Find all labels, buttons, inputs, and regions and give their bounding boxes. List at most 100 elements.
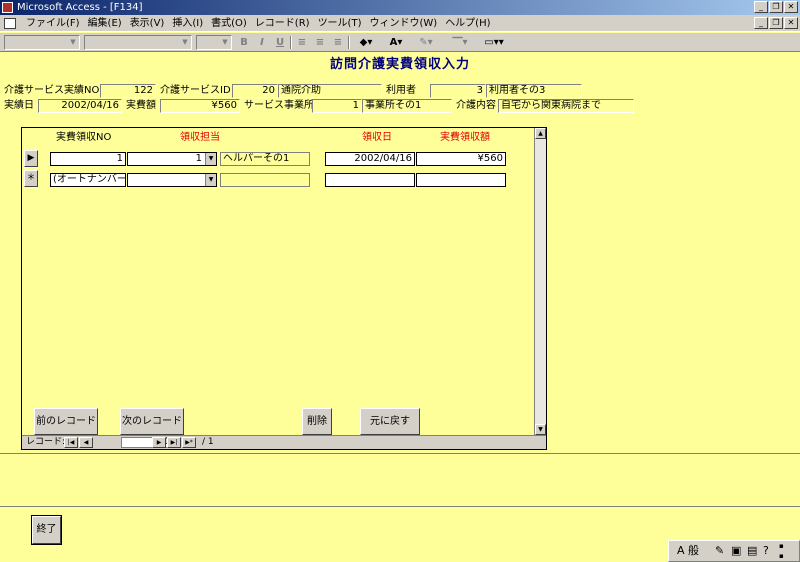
user-id-field[interactable]: 3	[430, 84, 486, 98]
col-receipt-amount: 実費領収額	[440, 132, 490, 143]
receipt-amount-cell[interactable]: ¥560	[416, 152, 506, 166]
receipt-no-cell[interactable]: 1	[50, 152, 126, 166]
record-navigation: レコード: |◀ ◀ 1 ▶ ▶| ▶* / 1	[22, 435, 546, 449]
font-size-combo[interactable]: ▼	[196, 35, 232, 50]
new-staff-name-cell	[220, 173, 310, 187]
menu-help[interactable]: ヘルプ(H)	[441, 15, 494, 32]
title-bar: Microsoft Access - [F134] _ ❐ ✕	[0, 0, 800, 15]
doc-restore-button[interactable]: ❐	[769, 17, 783, 29]
new-receipt-amount-cell[interactable]	[416, 173, 506, 187]
font-color-icon[interactable]: A▾	[384, 35, 408, 50]
align-right-icon[interactable]: ≡	[330, 35, 346, 50]
cost-field[interactable]: ¥560	[160, 99, 240, 113]
menu-file[interactable]: ファイル(F)	[22, 15, 84, 32]
font-combo[interactable]: ▼	[84, 35, 192, 50]
date-field[interactable]: 2002/04/16	[38, 99, 122, 113]
align-left-icon[interactable]: ≡	[294, 35, 310, 50]
menu-tools[interactable]: ツール(T)	[314, 15, 366, 32]
col-receipt-date: 領収日	[362, 132, 392, 143]
service-id-label: 介護サービスID	[160, 85, 231, 96]
content-label: 介護内容	[456, 100, 496, 111]
object-combo[interactable]: ▼	[4, 35, 80, 50]
caps-kana-icon: ▪ ▪	[779, 542, 784, 560]
chevron-down-icon: ▼	[70, 38, 76, 46]
align-center-icon[interactable]: ≡	[312, 35, 328, 50]
doc-close-button[interactable]: ✕	[784, 17, 798, 29]
menu-view[interactable]: 表示(V)	[126, 15, 169, 32]
chevron-down-icon[interactable]: ▼	[205, 174, 216, 186]
special-effect-icon[interactable]: ▭▾▾	[478, 35, 510, 50]
col-receipt-no: 実費領収NO	[56, 132, 112, 143]
chevron-down-icon[interactable]: ▼	[205, 153, 216, 165]
staff-combo[interactable]: 1 ▼	[127, 152, 217, 166]
service-no-field[interactable]: 122	[100, 84, 156, 98]
previous-record-icon[interactable]: ◀	[79, 437, 93, 448]
footer-divider	[0, 506, 800, 507]
menu-edit[interactable]: 編集(E)	[84, 15, 126, 32]
underline-button[interactable]: U	[272, 35, 288, 50]
toolbar-divider	[290, 36, 292, 49]
restore-button[interactable]: ❐	[769, 1, 783, 13]
first-record-icon[interactable]: |◀	[64, 437, 78, 448]
ime-tool-icon[interactable]: ✎	[715, 541, 724, 561]
record-nav-label: レコード:	[26, 437, 66, 447]
office-name-field[interactable]: 事業所その1	[362, 99, 452, 113]
toolbar-divider	[348, 36, 350, 49]
prev-record-button[interactable]: 前のレコード	[34, 408, 98, 435]
form-title: 訪問介護実費領収入力	[329, 57, 470, 72]
receipt-subform: 実費領収NO 領収担当 領収日 実費領収額 ▶ 1 1 ▼ ヘルパーその1 20…	[21, 127, 547, 450]
ime-mode[interactable]: A 般	[677, 541, 699, 561]
menu-records[interactable]: レコード(R)	[251, 15, 314, 32]
next-record-button[interactable]: 次のレコード	[120, 408, 184, 435]
service-id-field[interactable]: 20	[232, 84, 278, 98]
scroll-down-icon[interactable]: ▼	[535, 424, 546, 435]
date-label: 実績日	[4, 100, 34, 111]
bold-button[interactable]: B	[236, 35, 252, 50]
user-name-field[interactable]: 利用者その3	[486, 84, 582, 98]
footer-divider	[0, 453, 800, 454]
subform-scrollbar[interactable]: ▲ ▼	[534, 128, 546, 435]
content-field[interactable]: 自宅から関東病院まで	[498, 99, 634, 113]
menu-insert[interactable]: 挿入(I)	[168, 15, 207, 32]
staff-name-cell: ヘルパーその1	[220, 152, 310, 166]
doc-minimize-button[interactable]: _	[754, 17, 768, 29]
ime-pad-icon[interactable]: ▣	[731, 541, 741, 561]
service-no-label: 介護サービス実績NO	[4, 85, 100, 96]
close-window-button[interactable]: ✕	[784, 1, 798, 13]
staff-id-value: 1	[195, 153, 202, 164]
fill-color-icon[interactable]: ◆▾	[354, 35, 378, 50]
exit-button[interactable]: 終了	[31, 515, 62, 545]
scroll-up-icon[interactable]: ▲	[535, 128, 546, 139]
minimize-button[interactable]: _	[754, 1, 768, 13]
col-staff: 領収担当	[180, 132, 220, 143]
office-id-field[interactable]: 1	[312, 99, 362, 113]
ime-dictionary-icon[interactable]: ▤	[747, 541, 757, 561]
window-title: Microsoft Access - [F134]	[17, 2, 143, 13]
new-record-nav-icon[interactable]: ▶*	[182, 437, 196, 448]
form-icon[interactable]	[4, 18, 16, 29]
ime-help-icon[interactable]: ?	[763, 541, 769, 561]
receipt-date-cell[interactable]: 2002/04/16	[325, 152, 415, 166]
formatting-toolbar: ▼ ▼ ▼ B I U ≡ ≡ ≡ ◆▾ A▾ ✎▾ ⎺▾ ▭▾▾	[0, 33, 800, 52]
delete-button[interactable]: 削除	[302, 408, 332, 435]
cost-label: 実費額	[126, 100, 156, 111]
new-staff-combo[interactable]: ▼	[127, 173, 217, 187]
line-color-icon[interactable]: ✎▾	[414, 35, 438, 50]
new-record-icon[interactable]: ＊	[24, 170, 38, 187]
new-receipt-no-cell[interactable]: (オートナンバー)	[50, 173, 126, 187]
last-record-icon[interactable]: ▶|	[167, 437, 181, 448]
office-label: サービス事業所	[244, 100, 314, 111]
new-receipt-date-cell[interactable]	[325, 173, 415, 187]
language-bar: A 般 ✎ ▣ ▤ ? ▪ ▪	[668, 540, 800, 562]
menu-format[interactable]: 書式(O)	[207, 15, 251, 32]
chevron-down-icon: ▼	[222, 38, 228, 46]
chevron-down-icon: ▼	[182, 38, 188, 46]
current-record-icon[interactable]: ▶	[24, 150, 38, 167]
service-name-field[interactable]: 通院介助	[278, 84, 382, 98]
undo-button[interactable]: 元に戻す	[360, 408, 420, 435]
menu-window[interactable]: ウィンドウ(W)	[365, 15, 441, 32]
access-app-icon	[2, 2, 13, 13]
next-record-icon[interactable]: ▶	[152, 437, 166, 448]
italic-button[interactable]: I	[254, 35, 270, 50]
line-width-icon[interactable]: ⎺▾	[448, 35, 472, 50]
